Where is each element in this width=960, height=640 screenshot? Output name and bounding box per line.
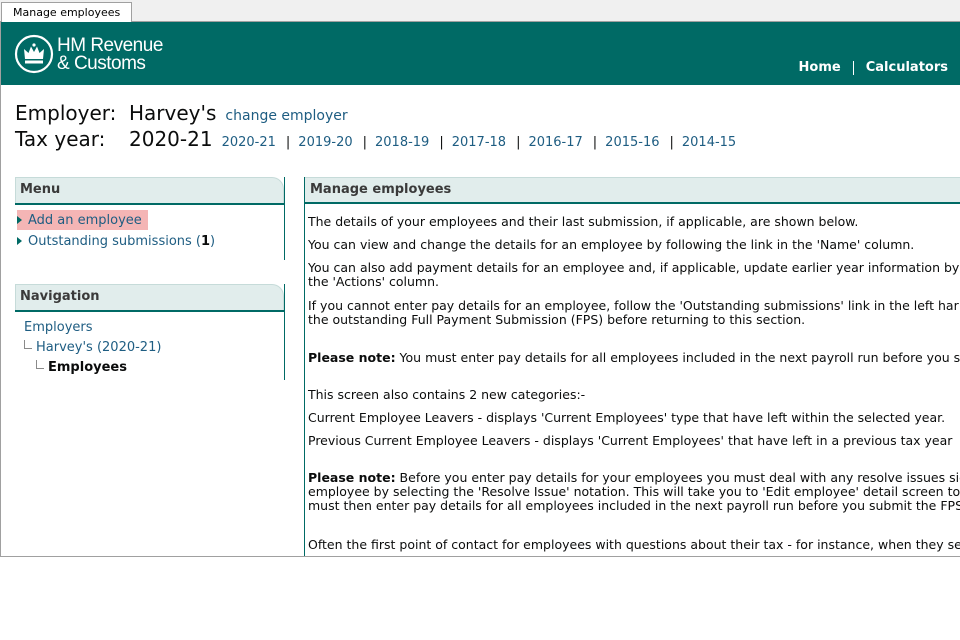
nav-home-link[interactable]: Home [787, 61, 853, 75]
please-note-paragraph-1: Please note: You must enter pay details … [308, 350, 960, 365]
intro-paragraph: The details of your employees and their … [308, 214, 859, 229]
navigation-panel: Navigation Employers Harvey's (2020-21) … [15, 284, 285, 380]
menu-panel: Menu Add an employee Outstanding submiss… [15, 177, 285, 260]
current-tax-year: 2020-21 [129, 127, 213, 151]
tree-branch-icon [24, 340, 32, 349]
add-payment-paragraph: You can also add payment details for an … [308, 260, 960, 289]
tree-branch-icon [36, 360, 44, 369]
window-tab-strip: Manage employees [0, 0, 960, 23]
year-link-2015-16[interactable]: 2015-16 [605, 135, 659, 150]
hmrc-logo-text: HM Revenue & Customs [57, 36, 163, 74]
window-tab-manage-employees[interactable]: Manage employees [1, 2, 133, 23]
tax-year-label: Tax year: [15, 127, 106, 151]
main-panel-title: Manage employees [305, 177, 960, 202]
menu-panel-title: Menu [15, 177, 284, 203]
frame-border-left [0, 22, 1, 557]
triangle-right-icon [17, 216, 22, 224]
outstanding-count: 1 [201, 233, 211, 249]
employees-current-label: Employees [48, 360, 127, 375]
year-link-2019-20[interactable]: 2019-20 [298, 135, 352, 150]
change-employer-link[interactable]: change employer [225, 108, 347, 124]
add-employee-link[interactable]: Add an employee [28, 213, 142, 228]
year-link-2020-21[interactable]: 2020-21 [222, 135, 276, 150]
please-note-paragraph-2: Please note: Before you enter pay detail… [308, 470, 960, 513]
main-content-panel: Manage employees The details of your emp… [304, 177, 960, 556]
current-leavers-paragraph: Current Employee Leavers - displays 'Cur… [308, 410, 946, 425]
employer-name: Harvey's [129, 101, 217, 125]
nav-tree-employers[interactable]: Employers [24, 320, 93, 335]
year-link-2018-19[interactable]: 2018-19 [375, 135, 429, 150]
employer-row: Employer: Harvey's change employer [15, 101, 348, 125]
first-contact-paragraph: Often the first point of contact for emp… [308, 537, 960, 552]
year-link-2014-15[interactable]: 2014-15 [682, 135, 736, 150]
employers-link[interactable]: Employers [24, 320, 93, 335]
outstanding-paragraph: If you cannot enter pay details for an e… [308, 298, 959, 327]
outstanding-submissions-link[interactable]: Outstanding submissions (1) [28, 234, 215, 249]
navigation-panel-title: Navigation [15, 284, 284, 310]
crown-logo-icon [14, 34, 54, 74]
employer-year-link[interactable]: Harvey's (2020-21) [36, 340, 161, 355]
view-change-paragraph: You can view and change the details for … [308, 237, 915, 252]
triangle-right-icon [17, 237, 22, 245]
previous-leavers-paragraph: Previous Current Employee Leavers - disp… [308, 433, 953, 448]
frame-border-bottom [0, 556, 960, 557]
categories-paragraph: This screen also contains 2 new categori… [308, 387, 586, 402]
tax-year-row: Tax year: 2020-21 2020-21 | 2019-20 | 20… [15, 127, 737, 151]
nav-tree-employees: Employees [36, 360, 127, 375]
year-link-2017-18[interactable]: 2017-18 [452, 135, 506, 150]
add-employee-menu-item[interactable]: Add an employee [17, 210, 148, 230]
header-nav: Home Calculators [787, 61, 960, 75]
nav-calculators-link[interactable]: Calculators [854, 61, 960, 75]
year-link-2016-17[interactable]: 2016-17 [528, 135, 582, 150]
site-header: HM Revenue & Customs Home Calculators [1, 22, 960, 85]
outstanding-submissions-menu-item[interactable]: Outstanding submissions (1) [17, 231, 215, 251]
logo-line-2: & Customs [57, 53, 146, 74]
employer-label: Employer: [15, 101, 117, 125]
nav-tree-employer-year[interactable]: Harvey's (2020-21) [24, 340, 161, 355]
